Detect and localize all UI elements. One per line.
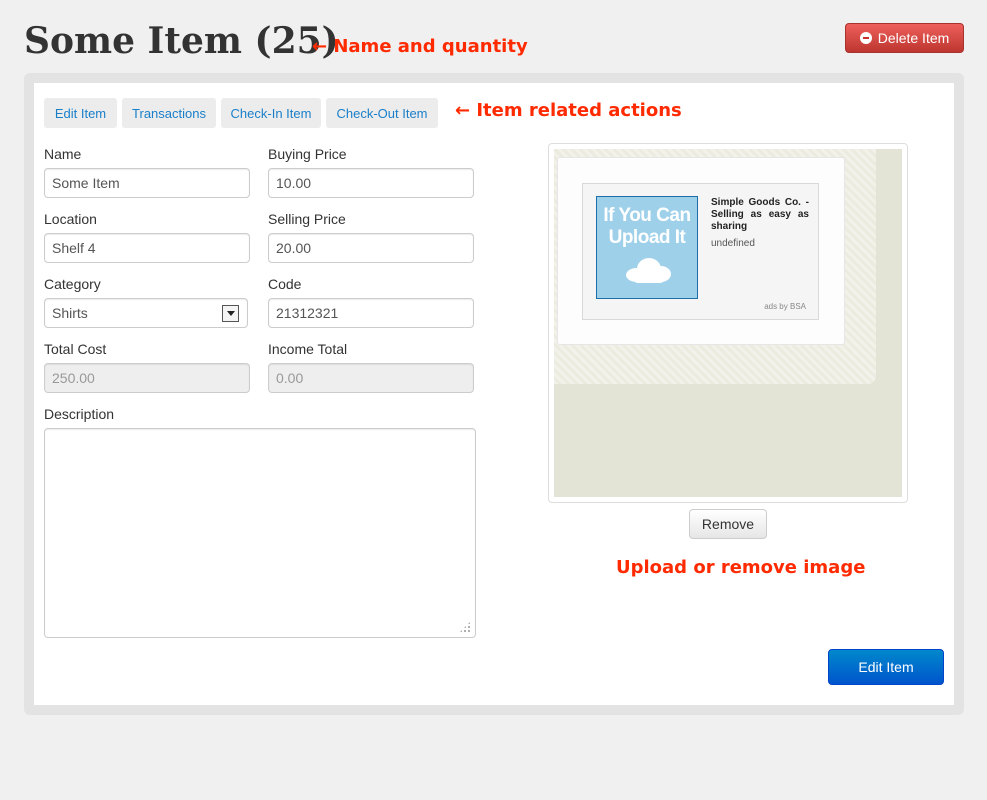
code-field[interactable]: 21312321 [268,298,474,328]
annotation-upload-remove: Upload or remove image [616,557,866,578]
ad-card: If You Can Upload It Simple Goods Co. - … [557,157,845,345]
ad-image: If You Can Upload It [596,196,698,299]
code-label: Code [268,276,302,292]
selling-price-field[interactable]: 20.00 [268,233,474,263]
income-total-field: 0.00 [268,363,474,393]
resize-grip-icon[interactable] [459,621,471,633]
minus-circle-icon [859,32,872,44]
ad-image-text: If You Can Upload It [603,205,691,248]
buying-price-label: Buying Price [268,146,347,162]
item-image: If You Can Upload It Simple Goods Co. - … [554,149,902,497]
annotation-item-actions: ← Item related actions [455,100,682,121]
tab-check-out-item[interactable]: Check-Out Item [326,98,438,128]
edit-item-button[interactable]: Edit Item [828,649,944,685]
category-select[interactable]: Shirts [44,298,248,328]
name-field[interactable]: Some Item [44,168,250,198]
buying-price-field[interactable]: 10.00 [268,168,474,198]
category-value: Shirts [52,305,88,321]
description-label: Description [44,406,115,422]
tab-edit-item[interactable]: Edit Item [44,98,117,128]
location-label: Location [44,211,97,227]
location-field[interactable]: Shelf 4 [44,233,250,263]
total-cost-field: 250.00 [44,363,250,393]
page-title: Some Item (25) [24,20,339,62]
ad-title: Simple Goods Co. - Selling as easy as sh… [711,197,809,232]
ad-box[interactable]: If You Can Upload It Simple Goods Co. - … [582,183,819,320]
total-cost-label: Total Cost [44,341,107,357]
delete-item-button[interactable]: Delete Item [845,23,964,53]
income-total-label: Income Total [268,341,348,357]
description-textarea[interactable] [44,428,476,638]
ad-subtitle: undefined [711,238,755,249]
ad-attribution: ads by BSA [764,302,806,311]
selling-price-label: Selling Price [268,211,346,227]
tab-check-in-item[interactable]: Check-In Item [221,98,321,128]
tab-transactions[interactable]: Transactions [122,98,216,128]
category-label: Category [44,276,101,292]
chevron-down-icon[interactable] [222,305,239,322]
annotation-name-quantity: ← Name and quantity [312,36,528,57]
cloud-icon [626,258,671,283]
delete-item-label: Delete Item [877,30,950,46]
remove-image-button[interactable]: Remove [689,509,767,539]
name-label: Name [44,146,82,162]
item-image-frame: If You Can Upload It Simple Goods Co. - … [548,143,908,503]
